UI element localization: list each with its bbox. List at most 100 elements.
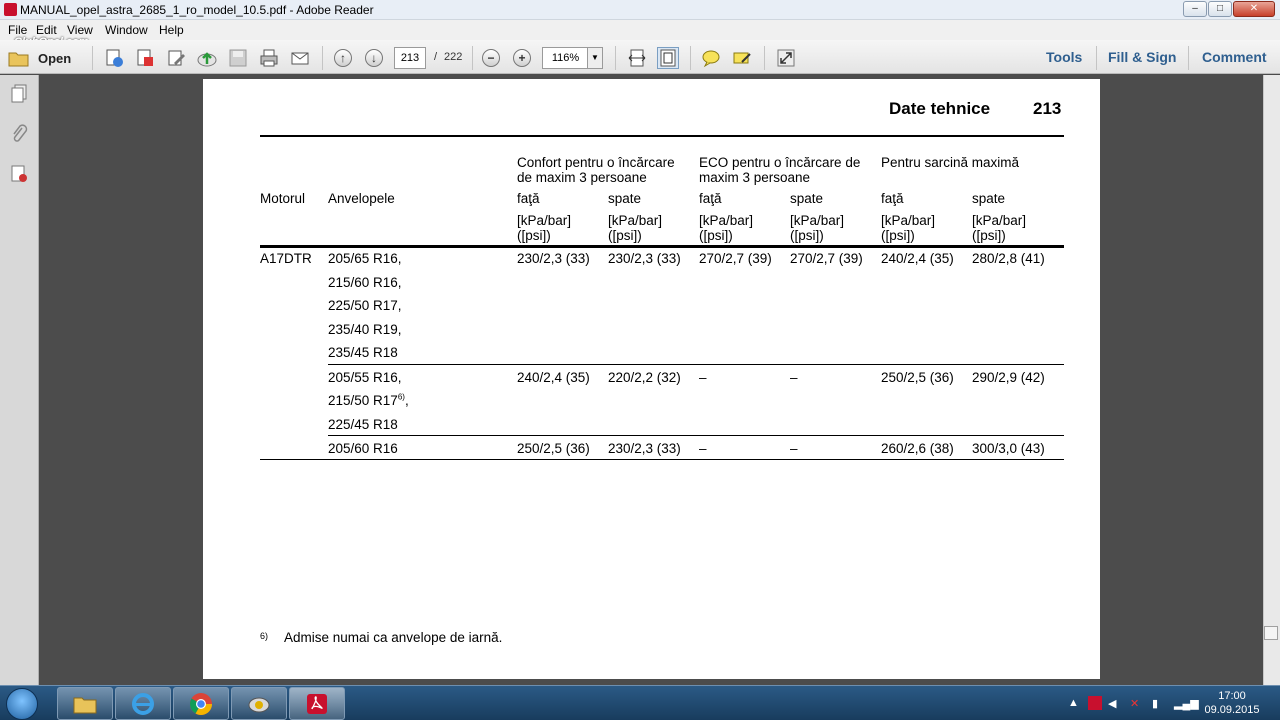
header-eco-line1: ECO pentru o încărcare de: [699, 155, 861, 170]
signatures-icon[interactable]: [9, 163, 29, 185]
vertical-scrollbar[interactable]: [1263, 75, 1280, 685]
taskbar-chrome[interactable]: [173, 687, 229, 720]
zoom-dropdown[interactable]: ▼: [587, 47, 603, 69]
volume-icon[interactable]: ◀: [1108, 697, 1116, 710]
export-pdf-icon[interactable]: [134, 47, 156, 69]
fit-width-icon[interactable]: [626, 47, 648, 69]
adobe-reader-icon: [4, 3, 17, 16]
header-unit-psi: ([psi]): [699, 228, 733, 243]
table-bottom-rule: [260, 459, 1064, 460]
header-unit-psi: ([psi]): [972, 228, 1006, 243]
header-rule: [260, 135, 1064, 137]
header-engine: Motorul: [260, 191, 306, 206]
fit-page-icon[interactable]: [657, 47, 679, 69]
menu-window[interactable]: Window: [105, 23, 148, 37]
start-button[interactable]: [6, 688, 38, 720]
header-front: faţă: [517, 191, 540, 206]
header-front: faţă: [699, 191, 722, 206]
table-header-rule: [260, 245, 1064, 248]
header-comfort-line2: de maxim 3 persoane: [517, 170, 647, 185]
menu-help[interactable]: Help: [159, 23, 184, 37]
menu-view[interactable]: View: [67, 23, 93, 37]
edit-pdf-icon[interactable]: [165, 47, 187, 69]
comment-link[interactable]: Comment: [1202, 49, 1267, 65]
taskbar-adobe-reader[interactable]: [289, 687, 345, 720]
clock-date: 09.09.2015: [1204, 704, 1260, 716]
chrome-icon: [190, 692, 212, 715]
print-icon[interactable]: [258, 47, 280, 69]
header-unit: [kPa/bar]: [881, 213, 936, 228]
next-page-button[interactable]: ↓: [363, 47, 385, 69]
page-thumbnails-icon[interactable]: [9, 83, 29, 105]
arrow-up-icon: ↑: [334, 49, 352, 67]
close-button[interactable]: ✕: [1233, 1, 1275, 17]
expand-icon[interactable]: [775, 47, 797, 69]
create-pdf-icon[interactable]: [103, 47, 125, 69]
previous-page-button[interactable]: ↑: [332, 47, 354, 69]
page-total: 222: [444, 51, 463, 63]
tyre-size: 235/45 R18: [328, 345, 398, 360]
pressure-cell: 270/2,7 (39): [699, 251, 772, 266]
pressure-cell: –: [699, 370, 707, 385]
header-max-load: Pentru sarcină maximă: [881, 155, 1020, 170]
tray-adobe-icon[interactable]: [1088, 696, 1102, 710]
header-unit: [kPa/bar]: [608, 213, 663, 228]
zoom-in-button[interactable]: +: [511, 47, 533, 69]
plus-icon: +: [513, 49, 531, 67]
pressure-cell: 270/2,7 (39): [790, 251, 863, 266]
signal-icon[interactable]: ▂▄▆: [1174, 697, 1199, 710]
open-button[interactable]: Open: [8, 47, 78, 69]
system-clock[interactable]: 17:00 09.09.2015: [1200, 689, 1264, 717]
tyre-size: 205/55 R16,: [328, 370, 402, 385]
chevron-down-icon: ▼: [591, 53, 599, 62]
pressure-cell: 230/2,3 (33): [608, 441, 681, 456]
menu-edit[interactable]: Edit: [36, 23, 57, 37]
open-label: Open: [38, 50, 72, 66]
toolbar: Open ↑ ↓ / 222 − + ▼ Tools Fill & Sign C…: [0, 40, 1280, 74]
menu-file[interactable]: File: [8, 23, 27, 37]
fill-sign-link[interactable]: Fill & Sign: [1108, 49, 1176, 65]
maximize-button[interactable]: □: [1208, 1, 1232, 17]
taskbar-explorer[interactable]: [57, 687, 113, 720]
tyre-size: 215/60 R16,: [328, 275, 402, 290]
header-unit: [kPa/bar]: [699, 213, 754, 228]
network-error-icon[interactable]: ✕: [1130, 697, 1139, 710]
footnote-ref: 6): [397, 392, 405, 402]
arrow-down-icon: ↓: [365, 49, 383, 67]
explorer-icon: [73, 697, 97, 713]
attachments-icon[interactable]: [9, 123, 29, 145]
pressure-cell: 260/2,6 (38): [881, 441, 954, 456]
header-unit-psi: ([psi]): [790, 228, 824, 243]
tray-up-arrow-icon[interactable]: ▲: [1068, 697, 1079, 709]
engine-cell: A17DTR: [260, 251, 312, 266]
pressure-cell: 250/2,5 (36): [881, 370, 954, 385]
pressure-cell: 230/2,3 (33): [517, 251, 590, 266]
taskbar-internet-explorer[interactable]: [115, 687, 171, 720]
footnote-mark: 6): [260, 631, 269, 641]
minimize-button[interactable]: –: [1183, 1, 1207, 17]
sticky-note-icon[interactable]: [700, 47, 722, 69]
tyre-size-footnoted: 215/50 R176),: [328, 392, 409, 409]
page-separator: /: [434, 51, 438, 63]
header-unit-psi: ([psi]): [517, 228, 551, 243]
zoom-out-button[interactable]: −: [480, 47, 502, 69]
header-front: faţă: [881, 191, 904, 206]
pressure-cell: –: [699, 441, 707, 456]
page-number-input[interactable]: [394, 47, 426, 69]
tyre-size: 225/50 R17,: [328, 298, 402, 313]
upload-cloud-icon[interactable]: [196, 47, 218, 69]
tyre-size: 225/45 R18: [328, 417, 398, 432]
taskbar-media[interactable]: [231, 687, 287, 720]
tools-link[interactable]: Tools: [1046, 49, 1082, 65]
save-icon[interactable]: [227, 47, 249, 69]
email-icon[interactable]: [289, 47, 311, 69]
header-rear: spate: [790, 191, 824, 206]
battery-icon[interactable]: ▮: [1152, 697, 1158, 710]
highlight-icon[interactable]: [731, 47, 753, 69]
header-unit: [kPa/bar]: [517, 213, 572, 228]
header-eco-line2: maxim 3 persoane: [699, 170, 811, 185]
page-number-label: 213: [1033, 99, 1062, 118]
zoom-input[interactable]: [542, 47, 588, 69]
scrollbar-thumb[interactable]: [1264, 626, 1278, 640]
pressure-cell: 220/2,2 (32): [608, 370, 681, 385]
